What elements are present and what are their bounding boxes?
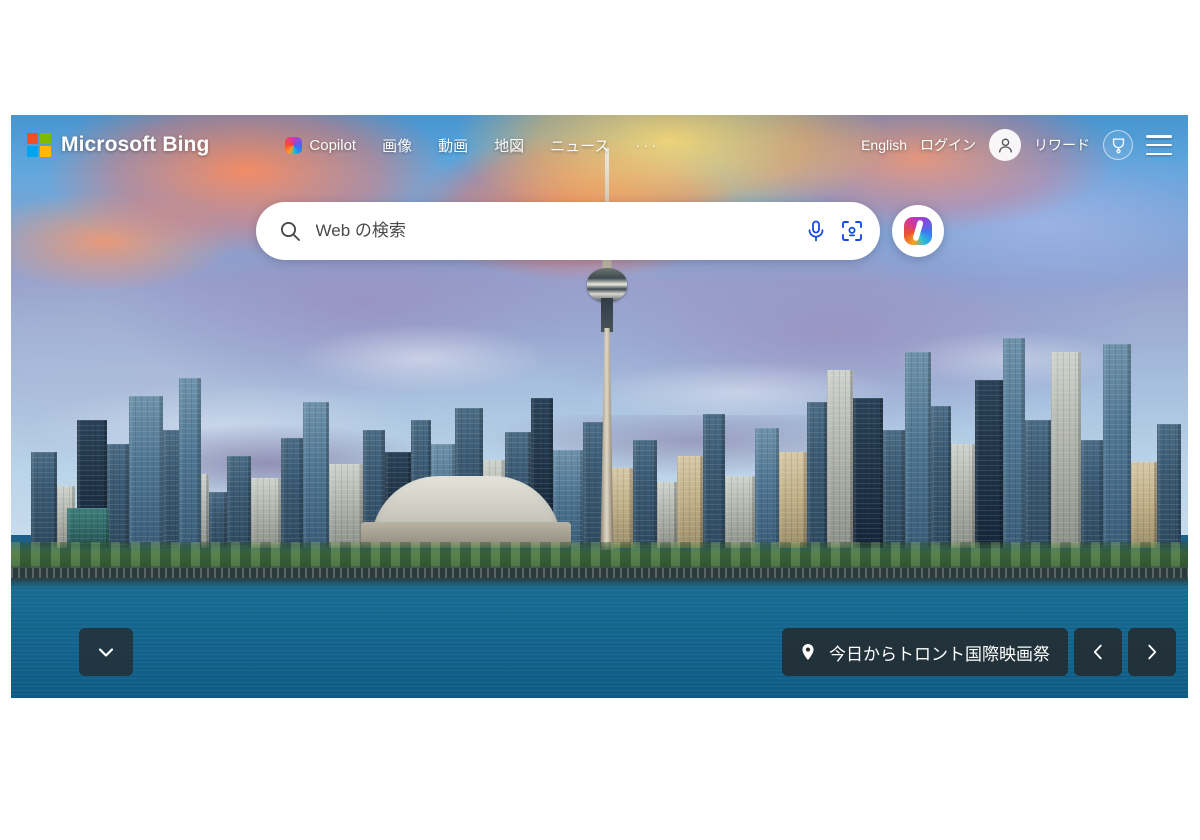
nav-item-copilot-label: Copilot <box>309 136 357 154</box>
brand-logo[interactable]: Microsoft Bing <box>27 133 209 157</box>
nav-item-more[interactable]: ··· <box>635 138 659 153</box>
rewards-badge[interactable] <box>1103 130 1133 160</box>
language-link[interactable]: English <box>861 137 907 153</box>
copilot-button[interactable] <box>891 205 944 257</box>
person-icon <box>998 138 1012 153</box>
search-actions <box>804 219 864 243</box>
shoreline <box>11 542 1188 568</box>
search-box[interactable] <box>255 202 880 260</box>
nav-item-maps[interactable]: 地図 <box>494 135 524 156</box>
nav-item-news[interactable]: ニュース <box>550 135 609 156</box>
microphone-icon[interactable] <box>804 219 828 243</box>
image-caption-text: 今日からトロント国際映画祭 <box>829 644 1050 664</box>
search-icon <box>280 221 300 241</box>
next-image-button[interactable] <box>1128 628 1176 676</box>
microsoft-logo-icon <box>27 133 51 157</box>
nav-item-copilot[interactable]: Copilot <box>285 136 357 154</box>
chevron-left-icon <box>1093 644 1102 660</box>
rewards-link[interactable]: リワード <box>1034 135 1090 155</box>
scroll-down-button[interactable] <box>79 628 133 676</box>
top-navigation-bar: Microsoft Bing Copilot 画像 動画 地図 ニュース ···… <box>11 115 1188 175</box>
visual-search-icon[interactable] <box>840 219 864 243</box>
medal-icon <box>1112 137 1124 153</box>
nav-item-images[interactable]: 画像 <box>382 135 412 156</box>
copilot-icon <box>285 136 303 154</box>
nav-links: Copilot 画像 動画 地図 ニュース ··· <box>285 135 659 156</box>
search-input[interactable] <box>315 221 790 241</box>
copilot-icon <box>903 217 932 245</box>
hamburger-menu-icon[interactable] <box>1146 135 1172 155</box>
location-pin-icon <box>802 644 814 660</box>
image-caption-controls: 今日からトロント国際映画祭 <box>782 628 1176 676</box>
account-avatar[interactable] <box>989 129 1021 161</box>
nav-item-videos[interactable]: 動画 <box>438 135 468 156</box>
header-right-controls: English ログイン リワード <box>861 129 1172 161</box>
chevron-right-icon <box>1148 644 1157 660</box>
chevron-down-icon <box>98 648 114 657</box>
image-caption[interactable]: 今日からトロント国際映画祭 <box>782 628 1068 676</box>
brand-name: Microsoft Bing <box>61 133 210 156</box>
hero-image[interactable]: Microsoft Bing Copilot 画像 動画 地図 ニュース ···… <box>11 115 1188 698</box>
search-row <box>11 202 1188 260</box>
previous-image-button[interactable] <box>1074 628 1122 676</box>
signin-link[interactable]: ログイン <box>920 135 976 155</box>
